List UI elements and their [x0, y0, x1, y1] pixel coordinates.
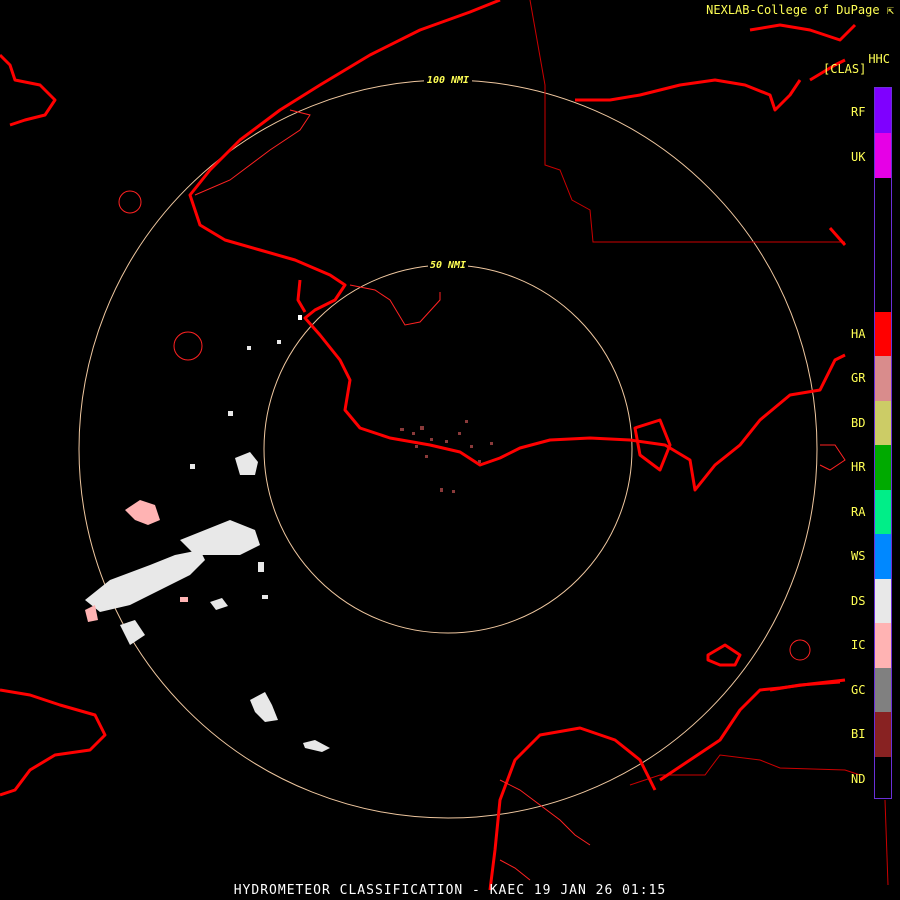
legend-label-bi: BI — [851, 727, 866, 741]
legend-swatch-hr — [875, 445, 891, 490]
legend-label-hr: HR — [851, 460, 866, 474]
legend-label-ds: DS — [851, 594, 866, 608]
product-title: HYDROMETEOR CLASSIFICATION - KAEC 19 JAN… — [233, 883, 667, 898]
legend-label-nd: ND — [851, 772, 866, 786]
legend-label-gr: GR — [851, 371, 866, 385]
legend-label-ha: HA — [851, 327, 866, 341]
legend-label-bd: BD — [851, 416, 866, 430]
legend-swatch-bd — [875, 401, 891, 445]
legend-swatch-ds — [875, 579, 891, 623]
source-label: NEXLAB-College of DuPage ⇱ — [706, 3, 894, 17]
legend-swatch-bi — [875, 712, 891, 757]
legend-label-rf: RF — [851, 105, 866, 119]
color-legend — [874, 87, 892, 799]
legend-label-ic: IC — [851, 638, 866, 652]
radar-map: 100 NMI 50 NMI — [0, 0, 900, 900]
legend-swatch-rf — [875, 88, 891, 133]
external-link-icon: ⇱ — [879, 3, 894, 17]
legend-swatch-ic — [875, 623, 891, 668]
legend-swatch-ws — [875, 534, 891, 579]
ring-label-100: 100 NMI — [427, 75, 469, 86]
legend-label-ws: WS — [851, 549, 866, 563]
legend-swatch-ra — [875, 490, 891, 534]
legend-label-gc: GC — [851, 683, 866, 697]
legend-swatch-gr — [875, 356, 891, 401]
product-mode: [CLAS] — [823, 62, 867, 76]
legend-label-ra: RA — [851, 505, 866, 519]
product-code: HHC — [868, 52, 890, 66]
legend-swatch-nd — [875, 757, 891, 798]
ring-label-50: 50 NMI — [430, 260, 466, 271]
legend-swatch-uk — [875, 133, 891, 178]
legend-swatch-ha — [875, 312, 891, 356]
legend-swatch-gc — [875, 668, 891, 712]
legend-label-uk: UK — [851, 150, 866, 164]
